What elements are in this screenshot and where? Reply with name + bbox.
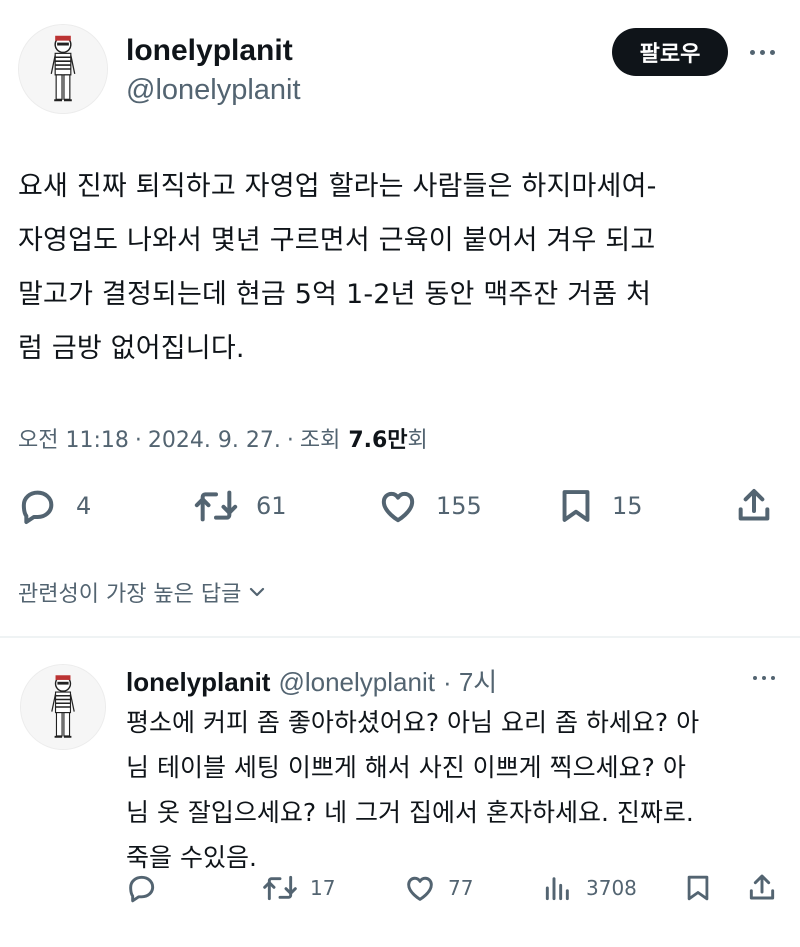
reply-like-action[interactable]: 77 (404, 872, 473, 904)
tweet-text-line: 요새 진짜 퇴직하고 자영업 할라는 사람들은 하지마세여- (18, 171, 657, 202)
retweet-count: 61 (256, 492, 287, 520)
like-action[interactable]: 155 (378, 486, 482, 526)
share-action[interactable] (734, 486, 774, 526)
reply-icon (129, 875, 155, 903)
tweet-text-line: 자영업도 나와서 몇년 구르면서 근육이 붙어서 겨우 되고 (18, 225, 656, 256)
tweet-date[interactable]: 2024. 9. 27. (148, 428, 281, 453)
retweet-icon (263, 875, 297, 901)
stick-figure-avatar-icon (19, 25, 107, 113)
bookmark-count: 15 (612, 492, 643, 520)
replies-sort-label: 관련성이 가장 높은 답글 (18, 582, 242, 607)
share-icon (749, 874, 775, 900)
reply-action[interactable]: 4 (18, 486, 91, 526)
reply-views-action[interactable]: 3708 (542, 872, 637, 904)
views-count[interactable]: 7.6만 (348, 428, 407, 453)
meta-separator: · (286, 428, 294, 453)
section-divider (0, 636, 800, 638)
author-handle[interactable]: @lonelyplanit (126, 74, 301, 107)
meta-separator: · (134, 428, 142, 453)
bookmark-action[interactable]: 15 (558, 486, 643, 526)
more-options-icon[interactable] (744, 42, 780, 62)
follow-button[interactable]: 팔로우 (612, 28, 728, 76)
reply-text-line: 님 테이블 세팅 이쁘게 해서 사진 이쁘게 찍으세요? 아 (126, 753, 686, 782)
chevron-down-icon (250, 587, 265, 597)
reply-retweet-action[interactable]: 17 (262, 872, 335, 904)
share-icon (738, 489, 770, 521)
reply-time[interactable]: · 7시 (443, 662, 497, 699)
reply-author-handle[interactable]: @lonelyplanit (278, 667, 434, 698)
reply-more-options-icon[interactable] (748, 668, 780, 688)
tweet-meta: 오전 11:18 · 2024. 9. 27. · 조회 7.6만회 (18, 422, 428, 454)
reply-count: 4 (76, 492, 92, 520)
stick-figure-avatar-icon (21, 665, 105, 749)
replies-sort-dropdown[interactable]: 관련성이 가장 높은 답글 (18, 576, 267, 608)
tweet-text-line: 럼 금방 없어집니다. (18, 333, 245, 364)
bookmark-icon (562, 490, 590, 522)
views-suffix: 회 (407, 428, 428, 453)
bookmark-icon (687, 875, 709, 901)
reply-text-line: 님 옷 잘입으세요? 네 그거 집에서 혼자하세요. 진짜로. (126, 798, 694, 827)
reply-retweet-count: 17 (310, 876, 336, 900)
author-avatar[interactable] (18, 24, 108, 114)
reply-share-action[interactable] (746, 872, 778, 904)
retweet-action[interactable]: 61 (194, 486, 287, 526)
author-display-name[interactable]: lonelyplanit (126, 34, 293, 68)
reply-icon (21, 490, 54, 524)
heart-icon (381, 491, 415, 523)
tweet-text-line: 말고가 결정되는데 현금 5억 1-2년 동안 맥주잔 거품 처 (18, 279, 652, 310)
heart-icon (407, 876, 433, 901)
reply-author-avatar[interactable] (20, 664, 106, 750)
views-label: 조회 (299, 428, 341, 453)
views-bar-chart-icon (545, 877, 569, 901)
reply-author-name[interactable]: lonelyplanit (126, 667, 270, 698)
reply-views-count: 3708 (586, 876, 637, 900)
reply-reply-action[interactable] (126, 872, 158, 904)
reply-text-line: 평소에 커피 좀 좋아하셨어요? 아님 요리 좀 하세요? 아 (126, 708, 700, 737)
reply-like-count: 77 (448, 876, 474, 900)
reply-header: lonelyplanit @lonelyplanit · 7시 (126, 662, 497, 699)
like-count: 155 (436, 492, 482, 520)
retweet-icon (194, 490, 238, 522)
reply-bookmark-action[interactable] (684, 872, 712, 904)
tweet-time[interactable]: 오전 11:18 (18, 422, 129, 454)
